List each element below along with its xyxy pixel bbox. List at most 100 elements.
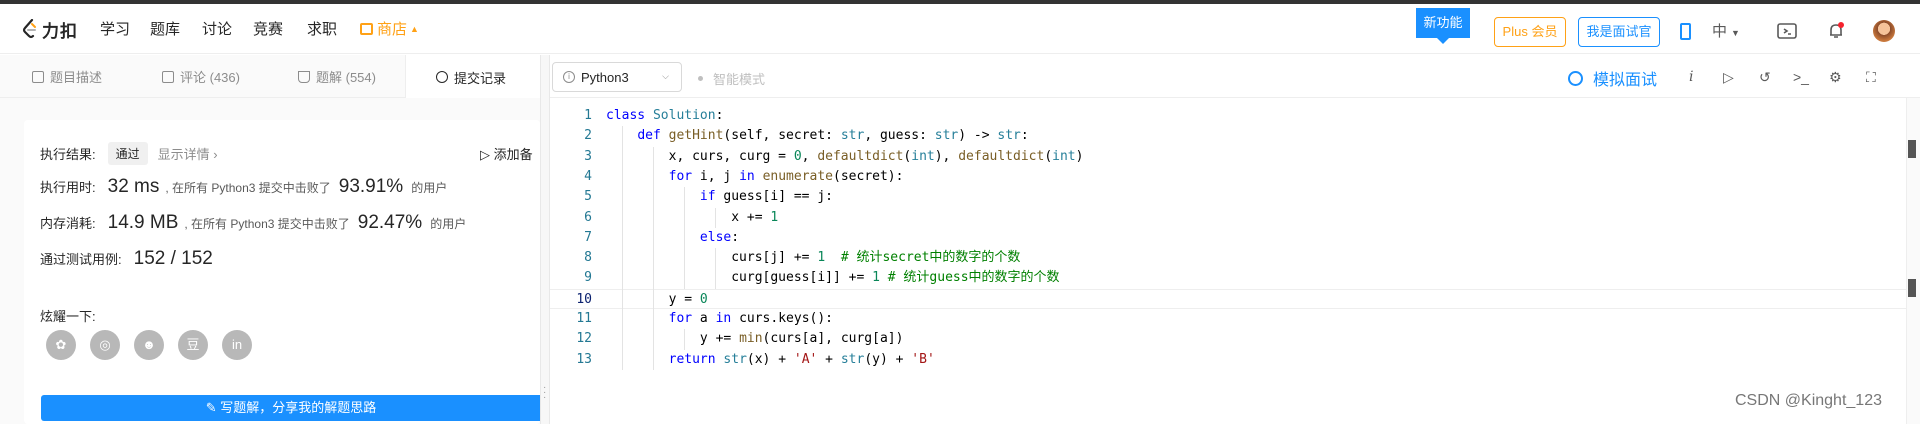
- runtime-percentile: 93.91%: [338, 176, 404, 197]
- write-solution-button[interactable]: ✎ 写题解，分享我的解题思路: [41, 395, 541, 421]
- code-text: x, curs, curg = 0, defaultdict(int), def…: [606, 148, 1084, 164]
- leetcode-logo-icon: [22, 19, 38, 39]
- tab-description[interactable]: 题目描述: [32, 55, 102, 98]
- brand-name: 力扣: [42, 21, 78, 41]
- tab-label: 题目描述: [50, 70, 103, 85]
- code-line[interactable]: 11 for a in curs.keys():: [550, 309, 1906, 329]
- code-text: if guess[i] == j:: [699, 189, 833, 205]
- info-icon: i: [563, 71, 575, 83]
- code-line[interactable]: 6 x += 1: [550, 208, 1906, 228]
- code-text: return str(x) + 'A' + str(y) + 'B': [668, 351, 935, 367]
- panel-resize-handle[interactable]: · · ·: [540, 55, 550, 424]
- code-line[interactable]: 4 for i, j in enumerate(secret):: [550, 167, 1906, 187]
- nav-item-discuss[interactable]: 讨论: [202, 18, 232, 39]
- alarm-clock-icon: [1568, 70, 1583, 86]
- runtime-users-text: 的用户: [411, 181, 448, 195]
- show-details-link[interactable]: 显示详情 ›: [158, 144, 218, 163]
- code-editor[interactable]: 1 class Solution: 2 def getHint(self, secr…: [550, 98, 1906, 424]
- mobile-app-icon[interactable]: [1680, 23, 1691, 40]
- tab-label: 题解 (554): [316, 70, 376, 85]
- code-line[interactable]: 13 return str(x) + 'A' + str(y) + 'B': [550, 350, 1906, 370]
- tab-comments[interactable]: 评论 (436): [162, 55, 240, 98]
- info-icon[interactable]: i: [1689, 69, 1693, 85]
- nav-item-problemset[interactable]: 题库: [150, 18, 180, 39]
- code-line[interactable]: 8 curs[j] += 1 # 统计secret中的数字的个数: [550, 248, 1906, 268]
- reset-icon[interactable]: ↺: [1759, 69, 1771, 86]
- editor-toolbar: i Python3 ⌵ 智能模式 模拟面试 i ▷ ↺ >_ ⚙ ⛶: [550, 55, 1920, 98]
- code-text: x += 1: [606, 209, 779, 225]
- plus-membership-button[interactable]: Plus 会员: [1494, 17, 1566, 47]
- submission-panel: 执行结果: 通过 显示详情 › ▷ 添加备 执行用时: 32 ms , 在所有 …: [0, 98, 541, 424]
- nav-item-store[interactable]: 商店 ▲: [360, 18, 419, 39]
- nav-item-jobs[interactable]: 求职: [307, 18, 337, 39]
- add-note-button[interactable]: ▷ 添加备: [480, 144, 533, 163]
- run-icon[interactable]: ▷: [1723, 69, 1734, 86]
- line-number: 4: [584, 168, 592, 184]
- line-number: 2: [584, 128, 592, 144]
- smart-mode-dot-icon: [698, 76, 703, 81]
- scrollbar-marker: [1908, 140, 1916, 158]
- runtime-value: 32 ms: [107, 176, 160, 197]
- status-row: 执行结果: 通过 显示详情 ›: [40, 142, 218, 165]
- wechat-icon[interactable]: ✿: [46, 330, 76, 360]
- leetcode-logo[interactable]: 力扣: [22, 17, 78, 41]
- line-number: 7: [584, 229, 592, 245]
- code-text: curg[guess[i]] += 1 # 统计guess中的数字的个数: [606, 270, 1060, 286]
- runtime-row: 执行用时: 32 ms , 在所有 Python3 提交中击败了 93.91% …: [40, 176, 447, 198]
- code-playground-icon[interactable]: [1777, 22, 1797, 45]
- code-line[interactable]: 7 else:: [550, 228, 1906, 248]
- memory-label: 内存消耗:: [40, 216, 96, 231]
- comment-icon: [162, 70, 174, 83]
- new-feature-badge[interactable]: 新功能: [1416, 8, 1470, 44]
- chevron-down-icon: ⌵: [662, 71, 669, 81]
- code-line[interactable]: 9 curg[guess[i]] += 1 # 统计guess中的数字的个数: [550, 268, 1906, 288]
- status-badge: 通过: [107, 142, 148, 165]
- memory-percentile: 92.47%: [357, 212, 423, 233]
- mock-interview-button[interactable]: 模拟面试: [1568, 66, 1657, 90]
- code-line[interactable]: 10 y = 0: [550, 288, 1906, 309]
- fullscreen-icon[interactable]: ⛶: [1866, 69, 1876, 86]
- memory-row: 内存消耗: 14.9 MB , 在所有 Python3 提交中击败了 92.47…: [40, 212, 466, 234]
- code-text: class Solution:: [606, 108, 724, 123]
- memory-value: 14.9 MB: [107, 212, 179, 233]
- nav-item-study[interactable]: 学习: [100, 18, 130, 39]
- bell-icon[interactable]: [1827, 22, 1845, 45]
- douban-icon[interactable]: 豆: [178, 330, 208, 360]
- nav-item-contest[interactable]: 竞赛: [253, 18, 283, 39]
- avatar[interactable]: [1873, 20, 1895, 42]
- add-note-label: 添加备: [493, 147, 533, 162]
- tab-label: 提交记录: [454, 70, 507, 86]
- smart-mode-toggle[interactable]: 智能模式: [698, 69, 765, 88]
- language-switcher[interactable]: 中 ▼: [1712, 20, 1740, 41]
- line-number: 8: [584, 250, 592, 266]
- testcases-value: 152 / 152: [133, 248, 213, 269]
- console-icon[interactable]: >_: [1793, 69, 1809, 85]
- watermark: CSDN @Kinght_123: [1735, 392, 1882, 409]
- tab-solutions[interactable]: 题解 (554): [298, 55, 376, 98]
- linkedin-icon[interactable]: in: [222, 330, 252, 360]
- weibo-icon[interactable]: ◎: [90, 330, 120, 360]
- memory-users-text: 的用户: [430, 217, 467, 231]
- code-line[interactable]: 12 y += min(curs[a], curg[a]): [550, 329, 1906, 349]
- qq-icon[interactable]: ☻: [134, 330, 164, 360]
- submission-result-card: 执行结果: 通过 显示详情 › ▷ 添加备 执行用时: 32 ms , 在所有 …: [24, 120, 541, 424]
- settings-icon[interactable]: ⚙: [1829, 69, 1842, 86]
- runtime-label: 执行用时:: [40, 180, 96, 195]
- code-line[interactable]: 3 x, curs, curg = 0, defaultdict(int), d…: [550, 147, 1906, 167]
- scrollbar-cursor-marker: [1908, 279, 1916, 297]
- code-line[interactable]: 5 if guess[i] == j:: [550, 187, 1906, 207]
- language-select[interactable]: i Python3 ⌵: [552, 62, 682, 92]
- flask-icon: [298, 70, 310, 83]
- indent-guide: [715, 207, 717, 228]
- play-icon: ▷: [480, 147, 494, 162]
- code-line[interactable]: 2 def getHint(self, secret: str, guess: …: [550, 126, 1906, 146]
- code-text: curs[j] += 1 # 统计secret中的数字的个数: [606, 250, 1021, 266]
- line-number: 5: [584, 189, 592, 205]
- code-line[interactable]: 1 class Solution:: [550, 106, 1906, 126]
- tab-submissions[interactable]: 提交记录: [405, 55, 541, 99]
- code-text: def getHint(self, secret: str, guess: st…: [637, 128, 1029, 144]
- left-panel-tabs: 题目描述 评论 (436) 题解 (554) 提交记录: [0, 55, 541, 99]
- language-label: 中: [1712, 23, 1728, 40]
- store-bag-icon: [360, 22, 373, 35]
- interviewer-button[interactable]: 我是面试官: [1578, 17, 1660, 47]
